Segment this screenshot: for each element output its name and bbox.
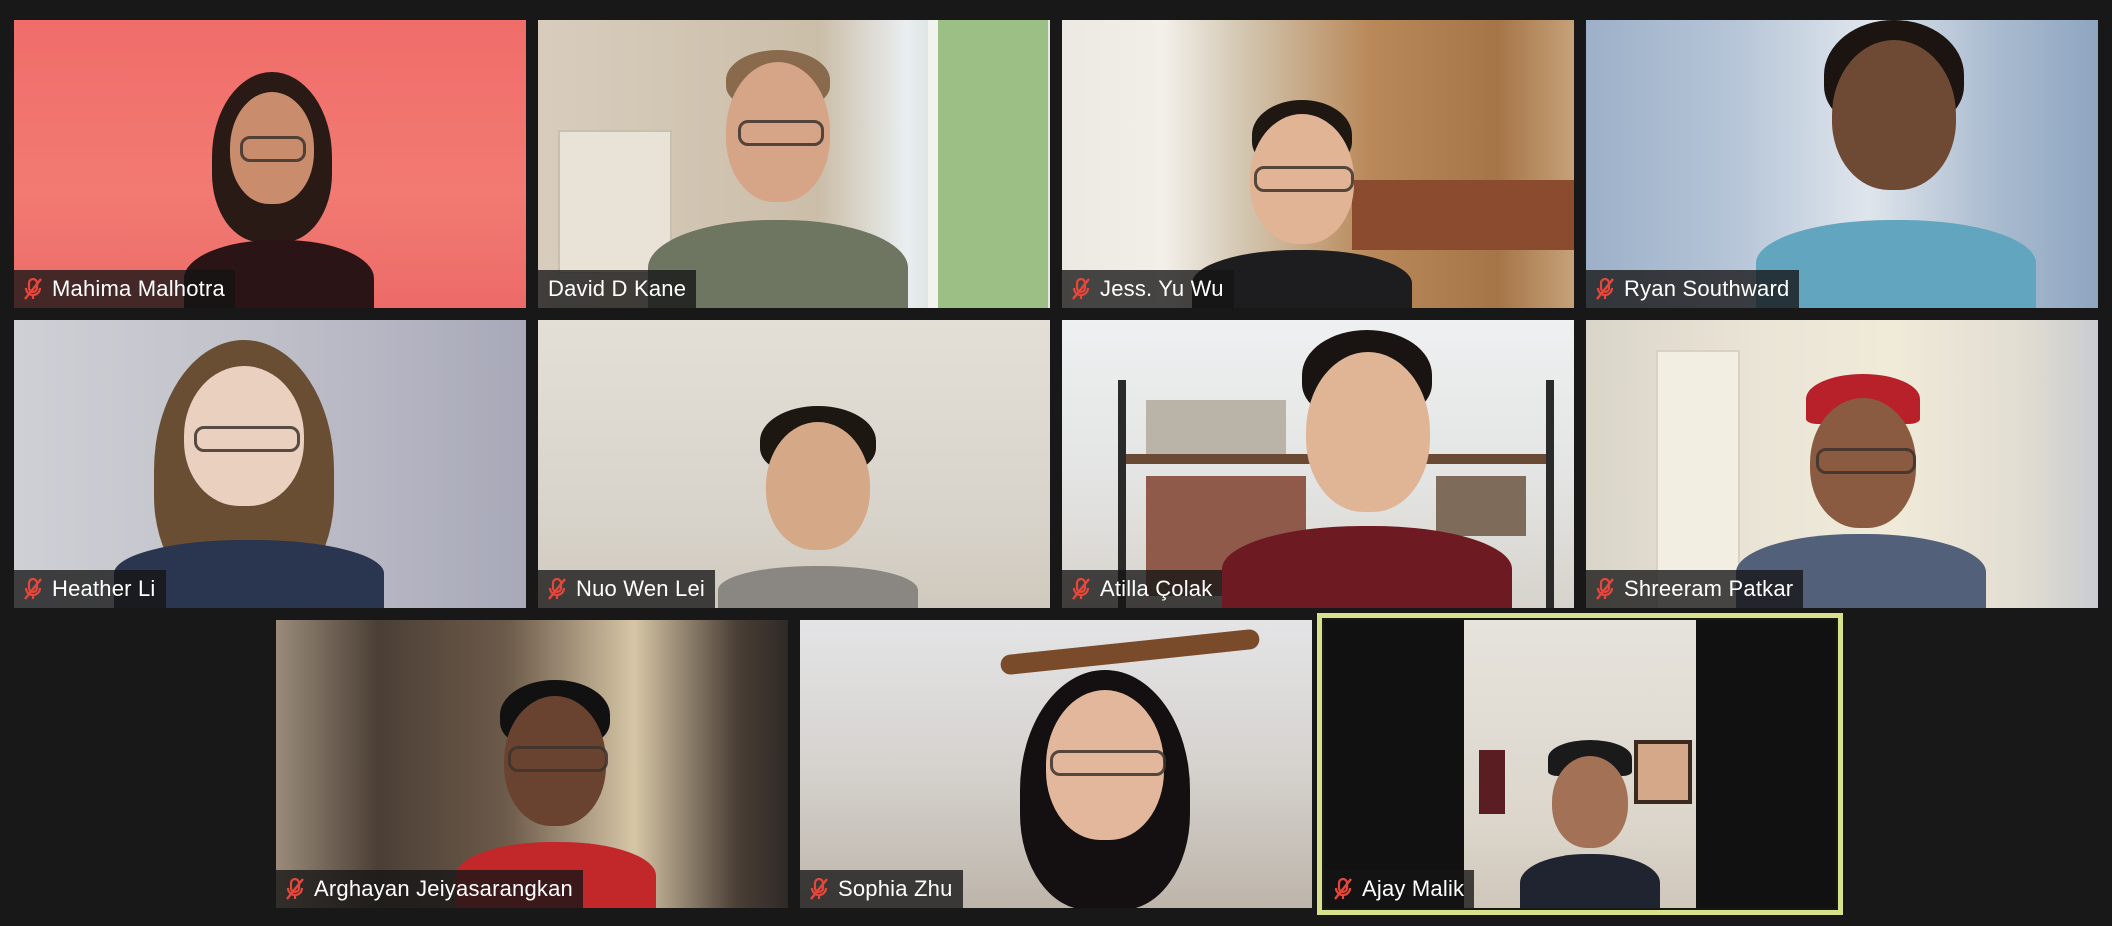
participant-tile-arghayan-jeiyasarangkan[interactable]: Arghayan Jeiyasarangkan <box>276 620 788 908</box>
participant-name: Shreeram Patkar <box>1624 576 1794 601</box>
participant-video-figure <box>1736 20 2036 308</box>
participant-name-tag: Jess. Yu Wu <box>1062 270 1234 308</box>
participant-name: Heather Li <box>52 576 156 601</box>
participant-name-tag: Heather Li <box>14 570 166 608</box>
participant-name: Arghayan Jeiyasarangkan <box>314 876 573 901</box>
participant-name-tag: Shreeram Patkar <box>1586 570 1804 608</box>
letterbox-right <box>1696 620 1836 908</box>
participant-tile-sophia-zhu[interactable]: Sophia Zhu <box>800 620 1312 908</box>
participant-name: Mahima Malhotra <box>52 276 225 301</box>
participant-name: Ryan Southward <box>1624 276 1790 301</box>
letterbox-left <box>1324 620 1464 908</box>
muted-microphone-icon <box>810 877 828 900</box>
muted-microphone-icon <box>1072 277 1090 300</box>
participant-tile-heather-li[interactable]: Heather Li <box>14 320 526 608</box>
participant-video-figure <box>1000 670 1220 908</box>
muted-microphone-icon <box>548 577 566 600</box>
participant-name: Sophia Zhu <box>838 876 953 901</box>
participant-name: Atilla Çolak <box>1100 576 1213 601</box>
participant-video-figure <box>1520 740 1660 908</box>
participant-name-tag: Sophia Zhu <box>800 870 963 908</box>
participant-tile-jess-yu-wu[interactable]: Jess. Yu Wu <box>1062 20 1574 308</box>
muted-microphone-icon <box>24 277 42 300</box>
participant-name: Jess. Yu Wu <box>1100 276 1224 301</box>
muted-microphone-icon <box>1334 877 1352 900</box>
participant-tile-shreeram-patkar[interactable]: Shreeram Patkar <box>1586 320 2098 608</box>
muted-microphone-icon <box>1072 577 1090 600</box>
muted-microphone-icon <box>1596 577 1614 600</box>
window <box>928 20 1048 308</box>
muted-microphone-icon <box>24 577 42 600</box>
wall-poster <box>1479 750 1505 814</box>
participant-name-tag: Ryan Southward <box>1586 270 1800 308</box>
participant-tile-ryan-southward[interactable]: Ryan Southward <box>1586 20 2098 308</box>
muted-microphone-icon <box>286 877 304 900</box>
participant-name-tag: Atilla Çolak <box>1062 570 1223 608</box>
participant-tile-ajay-malik[interactable]: Ajay Malik <box>1324 620 1836 908</box>
participant-tile-david-d-kane[interactable]: David D Kane <box>538 20 1050 308</box>
participant-name-tag: Arghayan Jeiyasarangkan <box>276 870 583 908</box>
muted-microphone-icon <box>1596 277 1614 300</box>
participant-name: Ajay Malik <box>1362 876 1465 901</box>
participant-name: David D Kane <box>548 276 687 301</box>
participant-video-figure <box>708 406 928 608</box>
participant-tile-mahima-malhotra[interactable]: Mahima Malhotra <box>14 20 526 308</box>
participant-tile-atilla-colak[interactable]: Atilla Çolak <box>1062 320 1574 608</box>
participant-name-tag: David D Kane <box>538 270 697 308</box>
participant-name-tag: Nuo Wen Lei <box>538 570 715 608</box>
participant-tile-nuo-wen-lei[interactable]: Nuo Wen Lei <box>538 320 1050 608</box>
participant-name: Nuo Wen Lei <box>576 576 705 601</box>
participant-name-tag: Mahima Malhotra <box>14 270 235 308</box>
video-gallery: Mahima Malhotra David D Kane Jess. Yu Wu… <box>0 0 2112 926</box>
participant-name-tag: Ajay Malik <box>1324 870 1475 908</box>
participant-video-figure <box>114 340 384 608</box>
participant-video-figure <box>1212 330 1512 608</box>
